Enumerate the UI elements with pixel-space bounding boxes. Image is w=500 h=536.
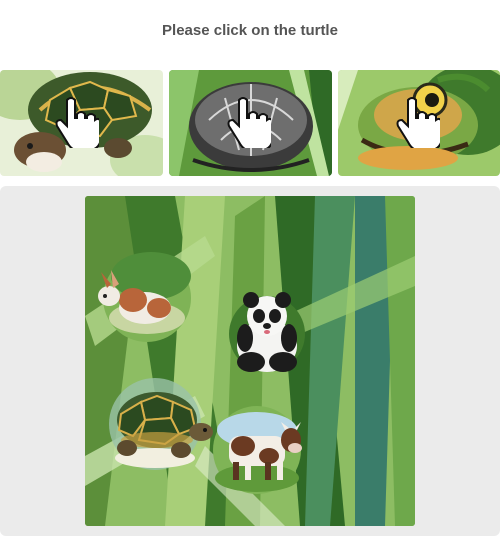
example-image-3	[338, 70, 500, 176]
challenge-image[interactable]	[85, 196, 415, 526]
example-strip	[0, 70, 500, 176]
example-image-2	[169, 70, 332, 176]
hand-pointer-icon	[55, 96, 99, 148]
example-image-1	[0, 70, 163, 176]
turtle-target[interactable]	[109, 378, 201, 470]
cow-target[interactable]	[213, 406, 301, 494]
rabbit-target[interactable]	[103, 254, 191, 342]
captcha-prompt: Please click on the turtle	[162, 22, 338, 39]
hand-pointer-icon	[396, 96, 440, 148]
captcha-page: Please click on the turtle	[0, 0, 500, 536]
hand-pointer-icon	[227, 96, 271, 148]
panda-target[interactable]	[229, 296, 305, 372]
challenge-panel	[0, 186, 500, 536]
